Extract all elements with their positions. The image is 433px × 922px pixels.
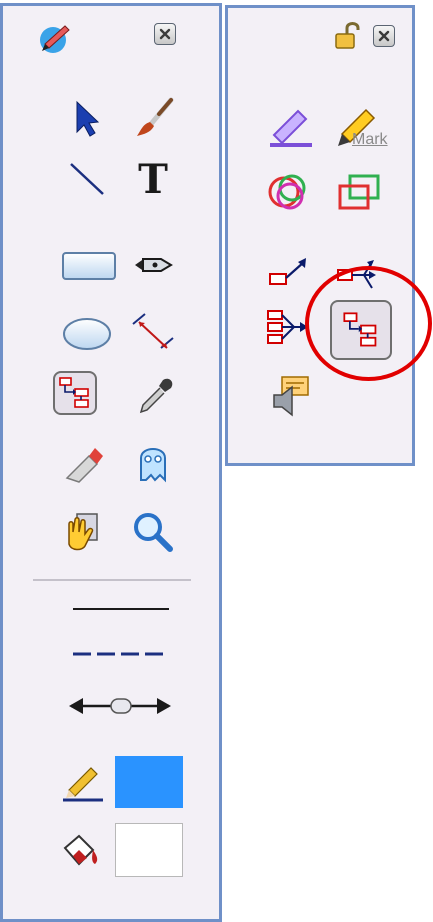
fan-out-icon (337, 260, 376, 289)
dashed-line-icon (73, 652, 169, 656)
connector-tool-icon (343, 312, 377, 347)
connector-tool-icon (59, 377, 89, 408)
eyedropper-tool[interactable] (133, 374, 177, 418)
pen-nib-icon (135, 258, 173, 272)
fill-color-swatch[interactable]: #ffffff (115, 823, 183, 877)
hand-pan-tool[interactable] (61, 510, 105, 554)
line-style-dashed[interactable] (71, 632, 171, 676)
fan-in-tool[interactable] (266, 305, 310, 349)
eyedropper-icon (139, 378, 173, 414)
overlap-circles-tool[interactable] (266, 170, 310, 214)
line-tool[interactable] (65, 156, 109, 200)
zoom-tool[interactable] (131, 510, 175, 554)
mark-label: Mark (352, 131, 388, 148)
fan-out-tool[interactable] (336, 248, 380, 292)
text-tool[interactable]: T (131, 156, 175, 200)
fan-in-icon (267, 310, 308, 344)
tool-palette-secondary: Mark (225, 5, 415, 466)
paintbrush-icon (137, 97, 174, 136)
dimension-line-tool[interactable] (131, 306, 175, 350)
overlap-rectangles-icon (338, 174, 380, 210)
magnifier-icon (134, 513, 173, 552)
palette-titlebar[interactable] (228, 8, 412, 64)
speaker-note-tool[interactable] (268, 373, 312, 417)
close-button[interactable] (154, 23, 176, 45)
close-button[interactable] (373, 25, 395, 47)
text-tool-icon: T (138, 156, 168, 200)
connector-tool[interactable] (53, 371, 97, 415)
select-arrow-icon (76, 100, 100, 137)
stroke-color-tool[interactable] (59, 758, 103, 802)
text-tool-glyph: T (138, 156, 168, 200)
overlap-rectangles-tool[interactable] (336, 170, 380, 214)
pencil-color-icon (63, 767, 103, 802)
pen-logo-icon (40, 25, 70, 53)
eraser-tool[interactable] (61, 440, 105, 484)
highlighter-icon (270, 109, 312, 147)
highlighter-tool[interactable] (268, 105, 312, 149)
link-arrow-tool[interactable] (268, 248, 312, 292)
speaker-note-icon (273, 376, 309, 417)
rectangle-tool-icon (62, 252, 116, 280)
connector-tool[interactable] (330, 300, 392, 360)
palette-titlebar[interactable] (3, 6, 219, 62)
overlap-circles-icon (268, 174, 306, 210)
ellipse-tool-icon (63, 318, 111, 350)
paint-bucket-icon (63, 834, 98, 866)
tool-palette-main: T (0, 3, 222, 922)
line-style-arrows[interactable] (65, 684, 175, 728)
close-icon (159, 28, 171, 40)
solid-line-icon (73, 608, 169, 610)
link-arrow-icon (269, 258, 306, 285)
dimension-line-icon (132, 313, 174, 349)
ghost-icon (140, 448, 166, 483)
paintbrush-tool[interactable] (131, 96, 175, 140)
fill-color-fill (116, 824, 182, 876)
eraser-icon (65, 448, 103, 483)
ellipse-tool[interactable] (61, 312, 113, 356)
pen-nib-tool[interactable] (131, 243, 175, 287)
fill-color-tool[interactable] (57, 828, 101, 872)
ghost-tool[interactable] (131, 440, 175, 484)
palette-divider (33, 579, 191, 581)
hand-pan-icon (68, 513, 98, 551)
line-style-solid[interactable] (71, 587, 171, 631)
mark-tool[interactable]: Mark (332, 102, 392, 152)
select-tool[interactable] (65, 96, 109, 140)
arrow-ends-icon (69, 698, 171, 714)
unlock-icon[interactable] (334, 20, 360, 50)
stroke-color-fill (115, 756, 183, 808)
close-icon (378, 30, 390, 42)
stroke-color-swatch[interactable]: #2a93ff (115, 756, 183, 808)
line-tool-icon (70, 163, 104, 195)
rectangle-tool[interactable] (61, 243, 117, 287)
